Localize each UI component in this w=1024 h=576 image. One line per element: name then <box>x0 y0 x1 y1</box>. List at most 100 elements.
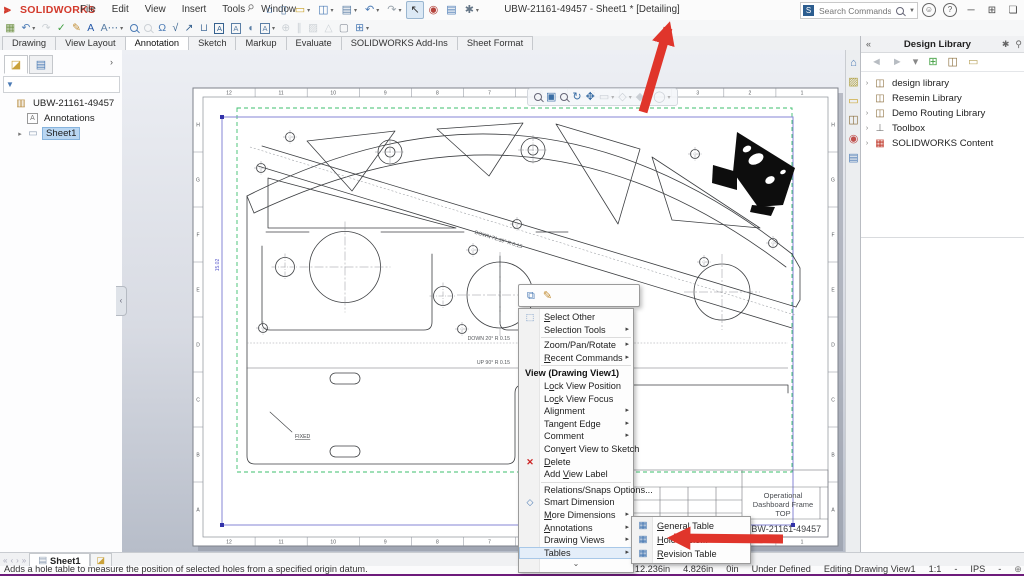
balloon-icon[interactable] <box>126 21 140 36</box>
undo-icon[interactable]: ↶▾ <box>362 2 382 18</box>
blocks-icon[interactable]: ◖ <box>244 21 257 36</box>
view-palette-icon[interactable]: ▨ <box>848 75 858 89</box>
design-library-icon[interactable]: ◫ <box>848 113 858 127</box>
tree-item-sheet1[interactable]: ▸▭Sheet1 <box>2 126 120 141</box>
caret-icon[interactable]: ▾ <box>398 7 401 14</box>
datum-target-icon[interactable]: A <box>211 21 227 36</box>
menu-item-select-other[interactable]: ⬚Select Other <box>519 311 633 324</box>
caret-icon[interactable]: ▾ <box>376 7 379 14</box>
tree-item-annotations[interactable]: AAnnotations <box>2 111 120 126</box>
login-icon[interactable]: ☺ <box>922 3 936 17</box>
restore-button[interactable]: ❏ <box>1006 5 1020 16</box>
zoom-to-fit-icon[interactable] <box>534 93 542 101</box>
menu-item-alignment[interactable]: Alignment▸ <box>519 405 633 418</box>
caret-icon[interactable]: ▾ <box>629 94 632 101</box>
library-item-solidworks-content[interactable]: ›▦SOLIDWORKS Content <box>863 136 1023 151</box>
caret-icon[interactable]: ▾ <box>272 25 275 32</box>
tab-solidworks-add-ins[interactable]: SOLIDWORKS Add-Ins <box>341 36 458 50</box>
property-manager-tab[interactable]: ▤ <box>29 55 53 74</box>
note-icon[interactable]: A <box>84 21 97 36</box>
undo-icon[interactable]: ↶▾ <box>18 21 38 36</box>
caret-icon[interactable]: ▾ <box>611 94 614 101</box>
view-orientation-icon[interactable]: ◇▾ <box>618 90 631 104</box>
forward-icon[interactable]: ► <box>892 55 903 69</box>
caret-icon[interactable]: ▾ <box>331 7 334 14</box>
section-view-icon[interactable]: ▭▾ <box>599 90 614 104</box>
datum-feature-icon[interactable]: ⊔ <box>197 21 212 36</box>
home-icon[interactable]: ⌂ <box>850 56 857 70</box>
menu-item-tables[interactable]: Tables▸ <box>519 547 633 560</box>
view-corner-handle[interactable] <box>220 523 224 527</box>
menu-item-recent-commands[interactable]: Recent Commands▸ <box>519 352 633 365</box>
save-icon[interactable]: ◫▾ <box>315 2 336 18</box>
caret-icon[interactable]: ▾ <box>646 94 649 101</box>
zoom-in-out-icon[interactable] <box>560 93 568 101</box>
gear-icon[interactable]: ✱ <box>999 39 1013 50</box>
format-painter-icon[interactable]: ✎ <box>543 289 552 303</box>
tab-sketch[interactable]: Sketch <box>188 36 236 50</box>
menu-expand-chevron[interactable]: ⌄ <box>519 559 633 570</box>
open-icon[interactable]: ▭▾ <box>292 2 313 18</box>
pin-icon[interactable]: ⚲ <box>1012 39 1024 50</box>
dropdown-icon[interactable]: ▾ <box>913 55 919 69</box>
tab-sheet-format[interactable]: Sheet Format <box>457 36 533 50</box>
menu-item-drawing-views[interactable]: Drawing Views▸ <box>519 534 633 547</box>
caret-icon[interactable]: ▾ <box>668 94 671 101</box>
menu-view[interactable]: View <box>137 0 174 20</box>
graphics-area[interactable]: 121211111010998877665544332211HHGGFFEEDD… <box>122 50 845 552</box>
spell-checker-icon[interactable]: ✓ <box>54 21 69 36</box>
expand-arrow-icon[interactable]: › <box>863 80 871 87</box>
zoom-to-area-icon[interactable]: ▣ <box>546 90 556 104</box>
menu-item-tangent-edge[interactable]: Tangent Edge▸ <box>519 418 633 431</box>
search-commands-box[interactable]: S ▼ <box>800 2 918 19</box>
add-file-location-icon[interactable]: ◫ <box>948 55 958 69</box>
new-document-icon[interactable]: ▯ <box>278 2 290 18</box>
menu-item-annotations[interactable]: Annotations▸ <box>519 522 633 535</box>
pan-icon[interactable]: ✥ <box>586 90 595 104</box>
menu-item-relations-snaps-options[interactable]: Relations/Snaps Options... <box>519 484 633 497</box>
featuremanager-tree-tab[interactable]: ◪ <box>4 55 28 74</box>
redo-icon[interactable]: ↷ <box>39 21 54 36</box>
appearances-icon[interactable]: ◉ <box>849 132 859 146</box>
menu-item-selection-tools[interactable]: Selection Tools▸ <box>519 324 633 337</box>
revision-symbol-icon[interactable]: A▾ <box>257 21 278 36</box>
home-icon[interactable]: ⌂ <box>263 2 276 18</box>
tab-view-layout[interactable]: View Layout <box>55 36 125 50</box>
submenu-item-general-table[interactable]: ▦General Table <box>632 519 750 533</box>
expand-arrow-icon[interactable]: › <box>863 140 871 147</box>
print-icon[interactable]: ▤▾ <box>339 2 360 18</box>
format-painter-icon[interactable]: ✎ <box>69 21 84 36</box>
submenu-item-revision-table[interactable]: ▦Revision Table <box>632 547 750 561</box>
caret-icon[interactable]: ▾ <box>120 25 123 32</box>
custom-properties-icon[interactable]: ▤ <box>848 151 858 165</box>
geometric-tolerance-icon[interactable]: ↗ <box>181 21 196 36</box>
hole-callout-icon[interactable]: A <box>228 21 244 36</box>
caret-icon[interactable]: ▾ <box>307 7 310 14</box>
hide-show-items-icon[interactable]: ◯▾ <box>653 90 670 104</box>
menu-insert[interactable]: Insert <box>174 0 215 20</box>
panel-collapse-handle[interactable]: ‹ <box>116 286 127 316</box>
back-icon[interactable]: ◄ <box>871 55 882 69</box>
display-style-icon[interactable]: ◆▾ <box>636 90 649 104</box>
menu-item-lock-view-position[interactable]: Lock View Position <box>519 380 633 393</box>
menu-item-more-dimensions[interactable]: More Dimensions▸ <box>519 509 633 522</box>
submenu-item-hole-table[interactable]: ▦Hole Table... <box>632 533 750 547</box>
menu-item-lock-view-focus[interactable]: Lock View Focus <box>519 393 633 406</box>
rotate-view-icon[interactable]: ↻ <box>572 90 581 104</box>
help-icon[interactable]: ? <box>943 3 957 17</box>
tab-markup[interactable]: Markup <box>235 36 286 50</box>
centerline-icon[interactable]: ∥ <box>293 21 305 36</box>
menu-item-smart-dimension[interactable]: ◇Smart Dimension <box>519 496 633 509</box>
library-item-design-library[interactable]: ›◫design library <box>863 76 1023 91</box>
search-input[interactable] <box>817 5 893 17</box>
tab-drawing[interactable]: Drawing <box>2 36 56 50</box>
collapse-pane-icon[interactable]: « <box>861 39 876 49</box>
tree-item-root[interactable]: ▥UBW-21161-49457 <box>2 96 120 111</box>
library-item-toolbox[interactable]: ›⊥Toolbox <box>863 121 1023 136</box>
library-item-demo-routing-library[interactable]: ›◫Demo Routing Library <box>863 106 1023 121</box>
menu-item-zoom-pan-rotate[interactable]: Zoom/Pan/Rotate▸ <box>519 339 633 352</box>
caret-icon[interactable]: ▾ <box>354 7 357 14</box>
search-caret-icon[interactable]: ▼ <box>909 8 915 14</box>
fm-expand-chevron-icon[interactable]: › <box>110 57 113 67</box>
library-item-resemin-library[interactable]: ◫Resemin Library <box>863 91 1023 106</box>
